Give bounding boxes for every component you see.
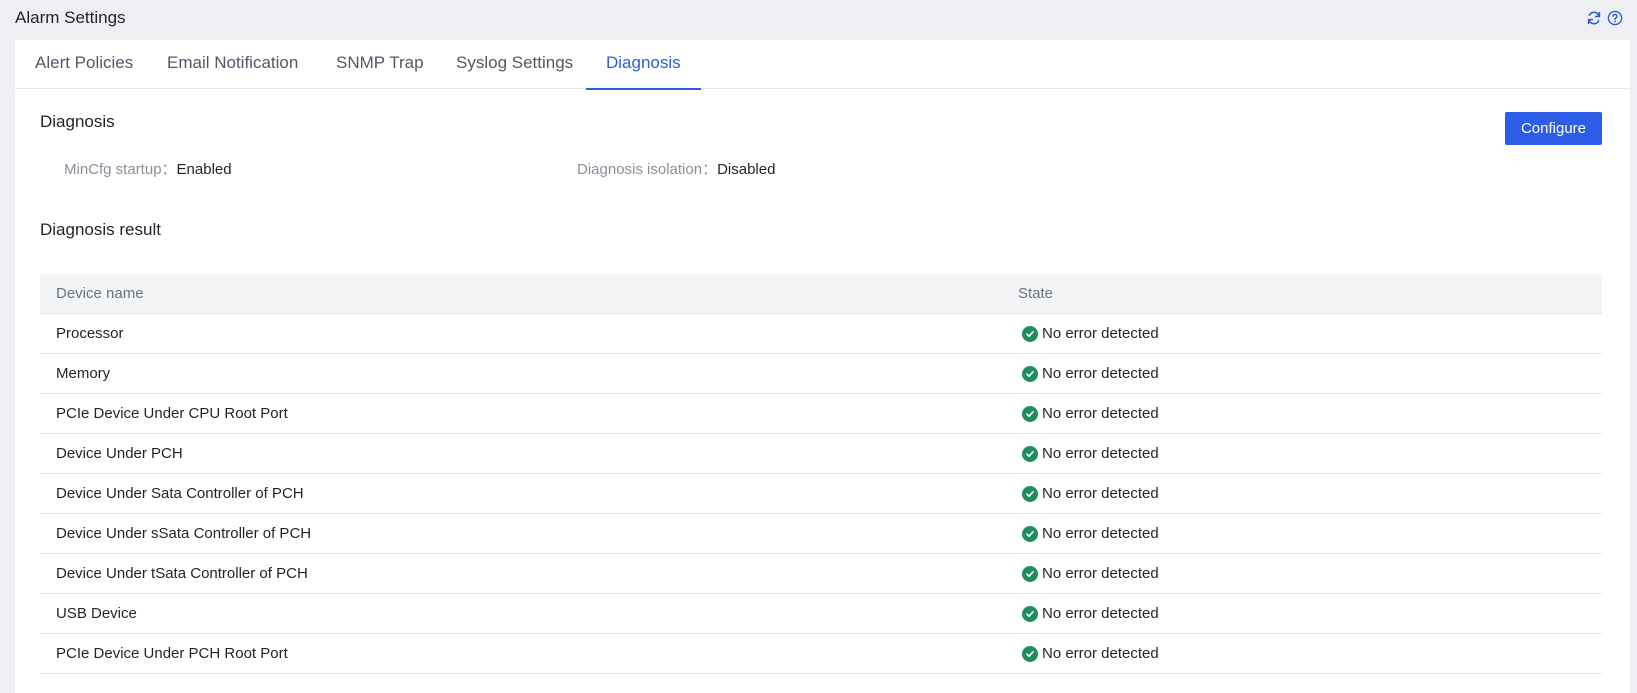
state-text: No error detected — [1042, 445, 1159, 462]
state-cell: No error detected — [1022, 634, 1159, 673]
state-text: No error detected — [1042, 325, 1159, 342]
table-body: Processor No error detected Memory No error… — [40, 314, 1602, 674]
state-cell: No error detected — [1022, 514, 1159, 553]
state-text: No error detected — [1042, 565, 1159, 582]
state-wrap: No error detected — [1022, 314, 1159, 353]
device-name-cell: Device Under Sata Controller of PCH — [56, 485, 304, 502]
main-card: Alert Policies Email Notification SNMP T… — [15, 40, 1630, 693]
tab-alert-policies[interactable]: Alert Policies — [15, 40, 153, 89]
state-cell: No error detected — [1022, 354, 1159, 393]
diagnosis-isolation-value: Disabled — [717, 161, 776, 178]
state-wrap: No error detected — [1022, 554, 1159, 593]
tab-diagnosis[interactable]: Diagnosis — [586, 40, 701, 90]
state-cell: No error detected — [1022, 394, 1159, 433]
mincfg-startup-label: MinCfg startup： — [64, 161, 177, 178]
diagnosis-isolation-label: Diagnosis isolation： — [577, 161, 718, 178]
diagnosis-result-title: Diagnosis result — [40, 220, 161, 239]
success-check-icon — [1022, 645, 1038, 662]
table-row: Device Under Sata Controller of PCH No er… — [40, 474, 1602, 514]
table-row: PCIe Device Under CPU Root Port No error … — [40, 394, 1602, 434]
state-text: No error detected — [1042, 645, 1159, 662]
state-text: No error detected — [1042, 525, 1159, 542]
mincfg-startup-field: MinCfg startup：Enabled — [64, 158, 232, 179]
success-check-icon — [1022, 565, 1038, 582]
refresh-icon[interactable] — [1586, 10, 1602, 26]
state-wrap: No error detected — [1022, 594, 1159, 633]
success-check-icon — [1022, 365, 1038, 382]
table-row: PCIe Device Under PCH Root Port No error … — [40, 634, 1602, 674]
success-check-icon — [1022, 485, 1038, 502]
state-wrap: No error detected — [1022, 354, 1159, 393]
column-header-state: State — [1018, 285, 1054, 302]
mincfg-startup-value: Enabled — [176, 161, 232, 178]
tab-email-notification[interactable]: Email Notification — [147, 40, 318, 89]
success-check-icon — [1022, 445, 1038, 462]
table-row: Processor No error detected — [40, 314, 1602, 354]
state-text: No error detected — [1042, 405, 1159, 422]
table-row: Device Under PCH No error detected — [40, 434, 1602, 474]
state-cell: No error detected — [1022, 474, 1159, 513]
success-check-icon — [1022, 325, 1038, 342]
tab-syslog-settings[interactable]: Syslog Settings — [436, 40, 593, 89]
table-row: Device Under tSata Controller of PCH No e… — [40, 554, 1602, 594]
device-name-cell: PCIe Device Under PCH Root Port — [56, 645, 288, 662]
column-header-device-name: Device name — [56, 285, 144, 302]
help-icon[interactable] — [1607, 10, 1623, 26]
state-wrap: No error detected — [1022, 434, 1159, 473]
diagnosis-result-table: Device name State Processor No error dete… — [40, 274, 1602, 674]
device-name-cell: Memory — [56, 365, 111, 382]
state-wrap: No error detected — [1022, 474, 1159, 513]
state-wrap: No error detected — [1022, 394, 1159, 433]
success-check-icon — [1022, 405, 1038, 422]
state-wrap: No error detected — [1022, 634, 1159, 673]
state-text: No error detected — [1042, 365, 1159, 382]
success-check-icon — [1022, 525, 1038, 542]
state-cell: No error detected — [1022, 434, 1159, 473]
configure-button[interactable]: Configure — [1505, 112, 1602, 145]
table-row: Memory No error detected — [40, 354, 1602, 394]
device-name-cell: PCIe Device Under CPU Root Port — [56, 405, 288, 422]
state-text: No error detected — [1042, 605, 1159, 622]
state-cell: No error detected — [1022, 554, 1159, 593]
tab-snmp-trap[interactable]: SNMP Trap — [316, 40, 444, 89]
state-wrap: No error detected — [1022, 514, 1159, 553]
device-name-cell: Device Under sSata Controller of PCH — [56, 525, 312, 542]
device-name-cell: Processor — [56, 325, 124, 342]
tab-bar: Alert Policies Email Notification SNMP T… — [15, 40, 1630, 90]
diagnosis-section-title: Diagnosis — [40, 112, 115, 131]
page-header: Alarm Settings — [0, 0, 1637, 39]
table-row: Device Under sSata Controller of PCH No e… — [40, 514, 1602, 554]
diagnosis-isolation-field: Diagnosis isolation：Disabled — [577, 158, 775, 179]
device-name-cell: Device Under tSata Controller of PCH — [56, 565, 308, 582]
page-title: Alarm Settings — [15, 8, 126, 27]
state-cell: No error detected — [1022, 594, 1159, 633]
table-header: Device name State — [40, 274, 1602, 314]
device-name-cell: USB Device — [56, 605, 137, 622]
device-name-cell: Device Under PCH — [56, 445, 183, 462]
state-cell: No error detected — [1022, 314, 1159, 353]
success-check-icon — [1022, 605, 1038, 622]
state-text: No error detected — [1042, 485, 1159, 502]
table-row: USB Device No error detected — [40, 594, 1602, 634]
